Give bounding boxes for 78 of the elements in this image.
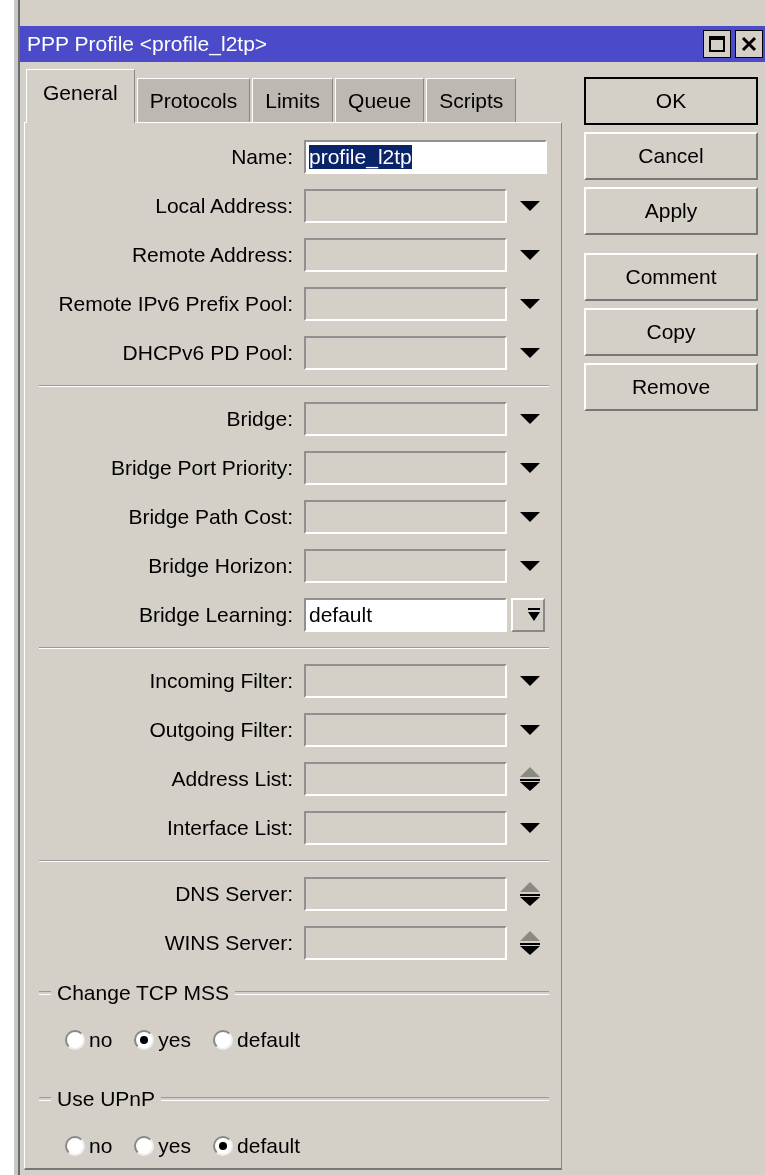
dropdown-field[interactable] [304,402,507,436]
dropdown-arrow-icon[interactable] [519,249,541,261]
radio-label[interactable]: yes [158,1028,192,1052]
field-label: Bridge Learning: [137,603,293,627]
dropdown-arrow-icon[interactable] [519,200,541,212]
radio-button[interactable] [134,1136,155,1156]
radio-button[interactable] [213,1030,234,1050]
field-label: WINS Server: [163,931,293,955]
field-label: Interface List: [165,816,293,840]
tab[interactable]: Scripts [426,78,517,122]
field-label: Incoming Filter: [148,669,293,693]
dropdown-field[interactable] [304,664,507,698]
field-label: Bridge Path Cost: [127,505,293,529]
dropdown-arrow-icon[interactable] [519,822,541,834]
radio-button[interactable] [65,1136,85,1156]
input-field[interactable] [304,877,507,911]
dropdown-field[interactable] [304,549,507,583]
dropdown-arrow-icon[interactable] [519,560,541,572]
dialog-button[interactable]: Copy [584,308,758,356]
dropdown-field[interactable]: default [304,598,507,632]
group-title: Use UPnP [57,1087,156,1111]
radio-button[interactable] [213,1136,234,1156]
dialog-button[interactable]: Comment [584,253,758,301]
dropdown-arrow-icon [527,608,541,622]
close-button[interactable] [735,30,763,58]
dropdown-arrow-icon[interactable] [519,675,541,687]
up-down-arrows-icon[interactable] [519,881,541,907]
radio-label[interactable]: default [237,1028,301,1052]
dialog-button[interactable]: Cancel [584,132,758,180]
radio-button[interactable] [134,1030,155,1050]
dropdown-field[interactable] [304,287,507,321]
tab[interactable]: Queue [335,78,425,122]
field-label: Bridge: [225,407,293,431]
field-label: Outgoing Filter: [148,718,293,742]
radio-label[interactable]: no [89,1134,113,1158]
group-title: Change TCP MSS [57,981,229,1005]
field-label: Address List: [170,767,293,791]
field-label: Remote Address: [130,243,293,267]
dropdown-field[interactable] [304,713,507,747]
radio-button[interactable] [65,1030,85,1050]
dropdown-arrow-icon[interactable] [519,413,541,425]
up-down-arrows-icon[interactable] [519,766,541,792]
radio-label[interactable]: no [89,1028,113,1052]
dropdown-arrow-icon[interactable] [519,298,541,310]
input-field[interactable] [304,926,507,960]
tab[interactable]: General [26,69,135,123]
field-label: DNS Server: [174,882,293,906]
dropdown-arrow-icon[interactable] [519,724,541,736]
dropdown-arrow-icon[interactable] [519,511,541,523]
dropdown-arrow-icon[interactable] [519,462,541,474]
dropdown-field[interactable] [304,336,507,370]
maximize-button[interactable] [703,30,731,58]
up-down-arrows-icon[interactable] [519,930,541,956]
input-field[interactable] [304,762,507,796]
radio-label[interactable]: default [237,1134,301,1158]
radio-label[interactable]: yes [158,1134,192,1158]
field-label: Local Address: [154,194,293,218]
dialog-button[interactable]: Remove [584,363,758,411]
field-label: DHCPv6 PD Pool: [121,341,293,365]
dialog-button[interactable]: OK [584,77,758,125]
dropdown-button[interactable] [511,598,545,632]
tab[interactable]: Protocols [136,78,251,122]
field-label: Remote IPv6 Prefix Pool: [57,292,293,316]
close-icon [741,36,757,52]
dropdown-field[interactable] [304,811,507,845]
dropdown-field[interactable] [304,189,507,223]
dropdown-field[interactable] [304,500,507,534]
dropdown-arrow-icon[interactable] [519,347,541,359]
field-label: Bridge Horizon: [147,554,293,578]
text-field[interactable]: profile_l2tp [304,140,547,174]
maximize-icon [708,35,726,53]
field-label: Bridge Port Priority: [109,456,293,480]
dialog-button[interactable]: Apply [584,187,758,235]
window-title: PPP Profile <profile_l2tp> [27,32,268,56]
tab[interactable]: Limits [252,78,334,122]
dropdown-field[interactable] [304,451,507,485]
dropdown-field[interactable] [304,238,507,272]
field-label: Name: [230,145,293,169]
